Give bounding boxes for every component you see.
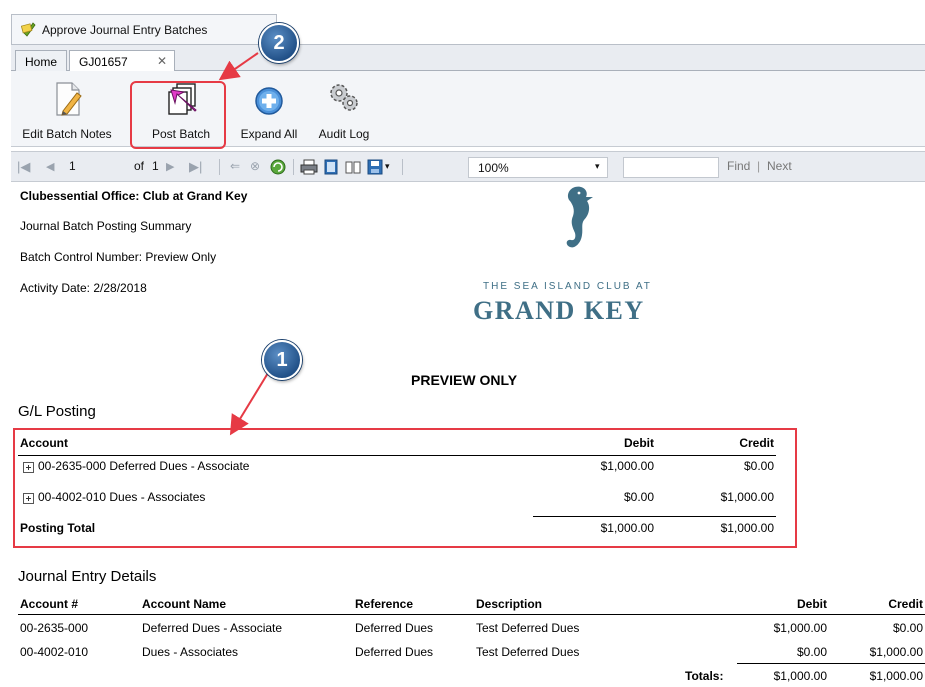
callout-badge-2: 2 xyxy=(259,23,299,63)
annotation-arrows xyxy=(218,52,269,436)
callout-badge-1: 1 xyxy=(262,340,302,380)
